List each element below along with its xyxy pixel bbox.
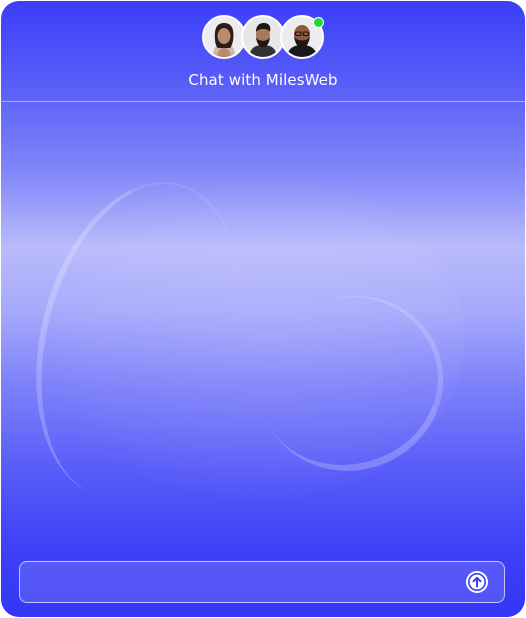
message-input[interactable] — [32, 562, 456, 604]
send-button[interactable] — [466, 571, 488, 593]
avatar — [241, 15, 285, 59]
arrow-up-circle-icon — [468, 573, 486, 591]
avatar — [202, 15, 246, 59]
chat-title: Chat with MilesWeb — [188, 71, 338, 89]
message-composer — [19, 561, 505, 604]
agent-avatars — [202, 15, 328, 59]
chat-header: Chat with MilesWeb — [1, 1, 525, 102]
chat-widget: Chat with MilesWeb — [1, 1, 525, 617]
online-status-dot — [313, 17, 324, 28]
